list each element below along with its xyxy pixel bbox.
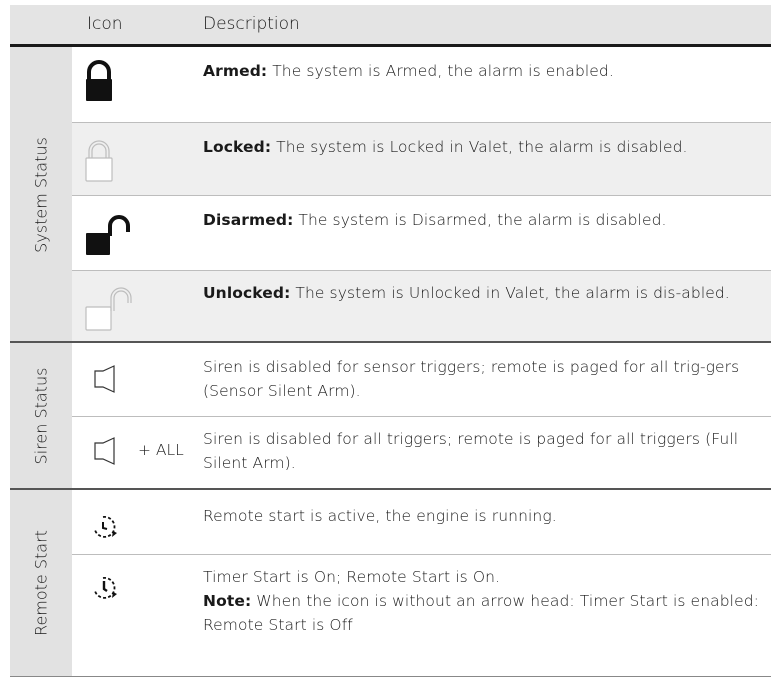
- remote-start-icon: [92, 514, 118, 544]
- table-row: Unlocked: The system is Unlocked in Vale…: [72, 271, 771, 342]
- table-row: Disarmed: The system is Disarmed, the al…: [72, 196, 771, 270]
- term: Unlocked:: [203, 284, 291, 302]
- table-row: + ALL Siren is disabled for all triggers…: [72, 417, 771, 488]
- table-header: Icon Description: [10, 5, 771, 44]
- lock-open-icon: [84, 212, 130, 262]
- lock-open-outline-icon: [84, 283, 134, 337]
- table-row: Timer Start is On; Remote Start is On. N…: [72, 555, 771, 676]
- header-description-column: Description: [203, 14, 300, 34]
- all-suffix: + ALL: [138, 441, 184, 459]
- note-label: Note:: [203, 592, 252, 610]
- section-system-status: System Status Armed: The system is Armed…: [10, 47, 771, 342]
- siren-icon: [94, 365, 116, 397]
- table-row: Remote start is active, the engine is ru…: [72, 490, 771, 554]
- section-label: Remote Start: [10, 490, 72, 676]
- section-remote-start: Remote Start Remote start is active, the…: [10, 490, 771, 676]
- table-row: Armed: The system is Armed, the alarm is…: [72, 47, 771, 122]
- timer-start-icon: [92, 575, 118, 605]
- lock-closed-icon: [84, 59, 114, 107]
- section-label: System Status: [10, 47, 72, 342]
- header-icon-column: Icon: [87, 14, 123, 34]
- term: Armed:: [203, 62, 268, 80]
- term: Disarmed:: [203, 211, 294, 229]
- term: Locked:: [203, 138, 272, 156]
- table-row: Siren is disabled for sensor triggers; r…: [72, 343, 771, 416]
- section-label: Siren Status: [10, 343, 72, 488]
- lock-closed-outline-icon: [84, 137, 114, 187]
- section-siren-status: Siren Status Siren is disabled for senso…: [10, 343, 771, 488]
- table-row: Locked: The system is Locked in Valet, t…: [72, 123, 771, 195]
- siren-icon: [94, 437, 115, 465]
